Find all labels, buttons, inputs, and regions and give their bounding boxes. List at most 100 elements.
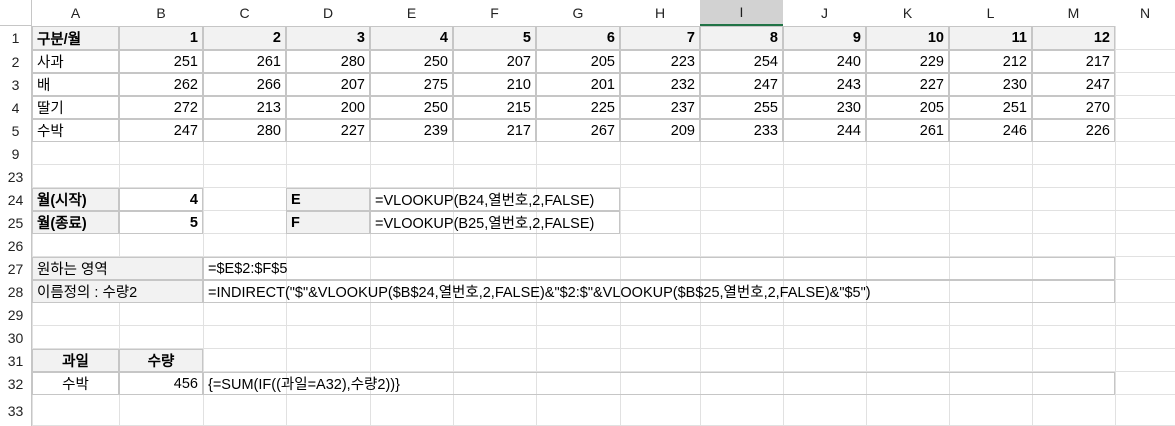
table-value-cell[interactable]: 227	[866, 73, 949, 96]
table-value-cell[interactable]: 205	[536, 50, 620, 73]
table-value-cell[interactable]: 266	[203, 73, 286, 96]
start-month-value[interactable]: 4	[119, 188, 203, 211]
table-value-cell[interactable]: 247	[700, 73, 783, 96]
table-value-cell[interactable]: 275	[370, 73, 453, 96]
result-quantity-cell[interactable]: 456	[119, 372, 203, 395]
quantity-column-header[interactable]: 수량	[119, 349, 203, 372]
table-value-cell[interactable]: 217	[1032, 50, 1115, 73]
column-header-h[interactable]: H	[620, 0, 700, 26]
row-header-4[interactable]: 4	[0, 96, 31, 119]
table-value-cell[interactable]: 207	[286, 73, 370, 96]
table-value-cell[interactable]: 212	[949, 50, 1032, 73]
fruit-name-cell[interactable]: 배	[32, 73, 119, 96]
row-header-5[interactable]: 5	[0, 119, 31, 142]
formula-f-cell[interactable]: =VLOOKUP(B25,열번호,2,FALSE)	[370, 211, 620, 234]
table-value-cell[interactable]: 210	[453, 73, 536, 96]
column-header-a[interactable]: A	[32, 0, 119, 26]
table-value-cell[interactable]: 272	[119, 96, 203, 119]
row-header-28[interactable]: 28	[0, 280, 31, 303]
table-month-header[interactable]: 12	[1032, 26, 1115, 50]
table-value-cell[interactable]: 239	[370, 119, 453, 142]
select-all-corner[interactable]	[0, 0, 32, 26]
formula-e-cell[interactable]: =VLOOKUP(B24,열번호,2,FALSE)	[370, 188, 620, 211]
table-value-cell[interactable]: 246	[949, 119, 1032, 142]
table-value-cell[interactable]: 225	[536, 96, 620, 119]
table-value-cell[interactable]: 237	[620, 96, 700, 119]
column-header-m[interactable]: M	[1032, 0, 1115, 26]
end-month-value[interactable]: 5	[119, 211, 203, 234]
table-value-cell[interactable]: 232	[620, 73, 700, 96]
formula-f-label[interactable]: F	[286, 211, 370, 234]
table-value-cell[interactable]: 250	[370, 50, 453, 73]
table-month-header[interactable]: 9	[783, 26, 866, 50]
column-header-i[interactable]: I	[700, 0, 783, 26]
table-value-cell[interactable]: 270	[1032, 96, 1115, 119]
row-header-30[interactable]: 30	[0, 326, 31, 349]
table-month-header[interactable]: 5	[453, 26, 536, 50]
fruit-name-cell[interactable]: 딸기	[32, 96, 119, 119]
table-value-cell[interactable]: 244	[783, 119, 866, 142]
table-value-cell[interactable]: 227	[286, 119, 370, 142]
result-formula-cell[interactable]: {=SUM(IF((과일=A32),수량2))}	[203, 372, 1115, 395]
table-value-cell[interactable]: 280	[286, 50, 370, 73]
row-header-32[interactable]: 32	[0, 372, 31, 395]
column-header-j[interactable]: J	[783, 0, 866, 26]
table-value-cell[interactable]: 207	[453, 50, 536, 73]
end-month-label[interactable]: 월(종료)	[32, 211, 119, 234]
fruit-column-header[interactable]: 과일	[32, 349, 119, 372]
table-value-cell[interactable]: 262	[119, 73, 203, 96]
table-value-cell[interactable]: 261	[866, 119, 949, 142]
row-header-26[interactable]: 26	[0, 234, 31, 257]
row-header-3[interactable]: 3	[0, 73, 31, 96]
fruit-name-cell[interactable]: 사과	[32, 50, 119, 73]
fruit-name-cell[interactable]: 수박	[32, 119, 119, 142]
name-definition-label[interactable]: 이름정의 : 수량2	[32, 280, 203, 303]
table-value-cell[interactable]: 255	[700, 96, 783, 119]
table-value-cell[interactable]: 217	[453, 119, 536, 142]
table-value-cell[interactable]: 200	[286, 96, 370, 119]
table-value-cell[interactable]: 233	[700, 119, 783, 142]
table-month-header[interactable]: 8	[700, 26, 783, 50]
table-value-cell[interactable]: 250	[370, 96, 453, 119]
row-header-1[interactable]: 1	[0, 26, 31, 50]
column-header-e[interactable]: E	[370, 0, 453, 26]
column-header-c[interactable]: C	[203, 0, 286, 26]
row-header-31[interactable]: 31	[0, 349, 31, 372]
table-value-cell[interactable]: 261	[203, 50, 286, 73]
table-value-cell[interactable]: 205	[866, 96, 949, 119]
column-header-k[interactable]: K	[866, 0, 949, 26]
column-header-f[interactable]: F	[453, 0, 536, 26]
table-month-header[interactable]: 7	[620, 26, 700, 50]
table-value-cell[interactable]: 251	[949, 96, 1032, 119]
table-value-cell[interactable]: 230	[783, 96, 866, 119]
table-value-cell[interactable]: 229	[866, 50, 949, 73]
table-value-cell[interactable]: 243	[783, 73, 866, 96]
column-header-l[interactable]: L	[949, 0, 1032, 26]
table-value-cell[interactable]: 267	[536, 119, 620, 142]
column-header-g[interactable]: G	[536, 0, 620, 26]
table-value-cell[interactable]: 230	[949, 73, 1032, 96]
table-value-cell[interactable]: 223	[620, 50, 700, 73]
table-value-cell[interactable]: 215	[453, 96, 536, 119]
table-value-cell[interactable]: 254	[700, 50, 783, 73]
formula-e-label[interactable]: E	[286, 188, 370, 211]
table-value-cell[interactable]: 201	[536, 73, 620, 96]
row-header-33[interactable]: 33	[0, 395, 31, 426]
row-header-25[interactable]: 25	[0, 211, 31, 234]
column-header-d[interactable]: D	[286, 0, 370, 26]
table-month-header[interactable]: 1	[119, 26, 203, 50]
result-fruit-cell[interactable]: 수박	[32, 372, 119, 395]
table-header-label[interactable]: 구분/월	[32, 26, 119, 50]
desired-range-label[interactable]: 원하는 영역	[32, 257, 203, 280]
desired-range-value[interactable]: =$E$2:$F$5	[203, 257, 1115, 280]
start-month-label[interactable]: 월(시작)	[32, 188, 119, 211]
table-value-cell[interactable]: 240	[783, 50, 866, 73]
name-definition-value[interactable]: =INDIRECT("$"&VLOOKUP($B$24,열번호,2,FALSE)…	[203, 280, 1115, 303]
table-value-cell[interactable]: 251	[119, 50, 203, 73]
column-header-b[interactable]: B	[119, 0, 203, 26]
column-header-n[interactable]: N	[1115, 0, 1175, 26]
table-month-header[interactable]: 11	[949, 26, 1032, 50]
table-value-cell[interactable]: 280	[203, 119, 286, 142]
table-month-header[interactable]: 2	[203, 26, 286, 50]
row-header-2[interactable]: 2	[0, 50, 31, 73]
